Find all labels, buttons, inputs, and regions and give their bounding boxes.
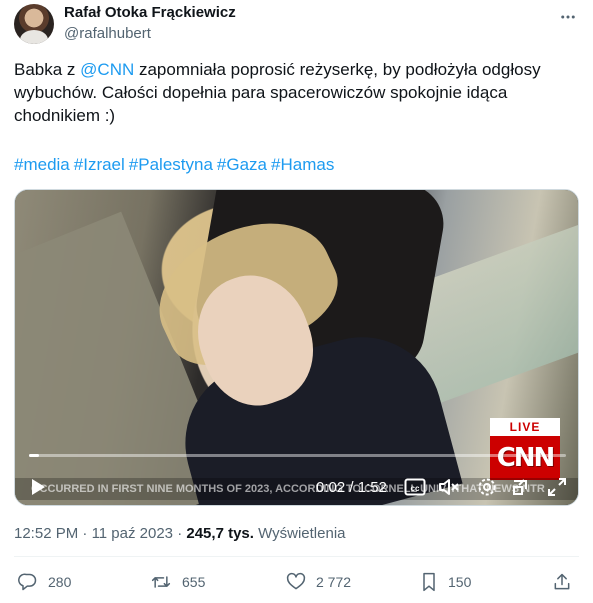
tweet-time[interactable]: 12:52 PM	[14, 525, 78, 542]
tweet: Rafał Otoka Frąckiewicz @rafalhubert Bab…	[0, 0, 593, 603]
share-button[interactable]	[552, 570, 572, 594]
video-player[interactable]: LIVE CNN OCCURRED IN FIRST NINE MONTHS O…	[14, 189, 579, 506]
like-button[interactable]: 2 772	[286, 570, 351, 594]
video-time: 0:02 / 1:52	[316, 479, 387, 496]
hashtags: #media #Izrael #Palestyna #Gaza #Hamas	[14, 153, 338, 176]
reply-count: 280	[48, 574, 72, 590]
hashtag-palestyna[interactable]: #Palestyna	[129, 155, 213, 174]
author-name[interactable]: Rafał Otoka Frąckiewicz	[64, 4, 236, 21]
hashtag-izrael[interactable]: #Izrael	[74, 155, 125, 174]
views-label: Wyświetlenia	[258, 525, 346, 542]
share-icon	[554, 573, 570, 590]
divider	[14, 556, 579, 557]
more-options-icon[interactable]	[557, 6, 579, 28]
hashtag-gaza[interactable]: #Gaza	[217, 155, 267, 174]
progress-bar[interactable]	[29, 454, 566, 457]
avatar[interactable]	[14, 4, 54, 44]
reply-icon	[18, 573, 37, 591]
bookmark-count: 150	[448, 574, 472, 590]
progress-fill	[29, 454, 39, 457]
closed-captions-icon[interactable]: cc	[402, 475, 428, 499]
picture-in-picture-icon[interactable]	[509, 475, 533, 499]
svg-text:cc: cc	[411, 484, 420, 493]
tweet-text-before: Babka z	[14, 60, 81, 79]
bookmark-button[interactable]: 150	[420, 570, 471, 594]
mention-link[interactable]: @CNN	[80, 60, 134, 79]
live-badge: LIVE	[490, 418, 560, 436]
views-count[interactable]: 245,7 tys.	[186, 525, 254, 542]
hashtag-hamas[interactable]: #Hamas	[271, 155, 334, 174]
video-controls: 0:02 / 1:52 cc	[15, 469, 578, 505]
bookmark-icon	[423, 572, 435, 592]
settings-icon[interactable]	[475, 475, 499, 499]
meta-separator: ·	[78, 525, 92, 542]
retweet-button[interactable]: 655	[150, 570, 205, 594]
tweet-text: Babka z @CNN zapomniała poprosić reżyser…	[14, 58, 574, 127]
author-handle[interactable]: @rafalhubert	[64, 25, 151, 42]
heart-icon	[286, 572, 306, 590]
like-count: 2 772	[316, 574, 352, 590]
retweet-icon	[151, 576, 171, 588]
mute-icon[interactable]	[437, 475, 461, 499]
tweet-date[interactable]: 11 paź 2023	[92, 525, 173, 542]
tweet-meta: 12:52 PM · 11 paź 2023 · 245,7 tys. Wyśw…	[14, 525, 346, 542]
fullscreen-icon[interactable]	[545, 475, 569, 499]
reply-button[interactable]: 280	[18, 570, 71, 594]
meta-separator-2: ·	[173, 525, 187, 542]
retweet-count: 655	[182, 574, 206, 590]
play-icon[interactable]	[27, 475, 49, 499]
hashtag-media[interactable]: #media	[14, 155, 70, 174]
